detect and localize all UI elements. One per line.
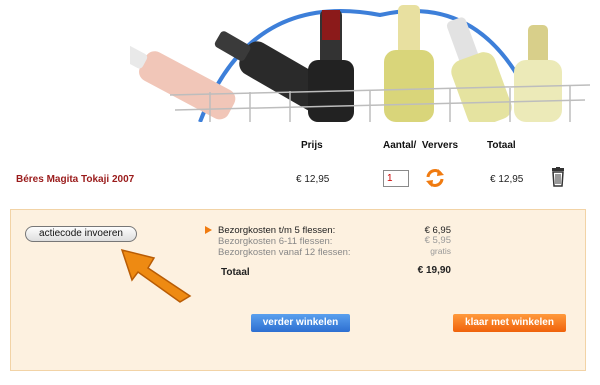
total-label: Totaal (221, 267, 250, 278)
shipping-value: gratis (430, 246, 451, 256)
column-header-quantity: Aantal/ (383, 140, 417, 151)
promo-code-button[interactable]: actiecode invoeren (25, 226, 137, 242)
selected-shipping-marker-icon (205, 226, 212, 234)
total-value: € 19,90 (417, 265, 451, 276)
column-header-price: Prijs (301, 140, 323, 151)
cart-item-name[interactable]: Béres Magita Tokaji 2007 (16, 174, 134, 185)
checkout-button[interactable]: klaar met winkelen (453, 314, 566, 332)
column-header-total: Totaal (487, 140, 516, 151)
wine-basket-image (130, 0, 600, 122)
arrow-icon (118, 246, 198, 306)
refresh-icon[interactable] (424, 167, 446, 189)
shipping-label: Bezorgkosten vanaf 12 flessen: (218, 247, 351, 258)
cart-item-total: € 12,95 (490, 174, 524, 185)
shipping-label: Bezorgkosten 6-11 flessen: (218, 236, 333, 247)
column-header-quantity-refresh: Aantal/ Ververs (383, 140, 458, 151)
quantity-input[interactable] (383, 170, 409, 187)
shipping-value: € 5,95 (424, 235, 451, 246)
cart-item-price: € 12,95 (296, 174, 330, 185)
trash-icon[interactable] (550, 167, 566, 187)
shipping-label: Bezorgkosten t/m 5 flessen: (218, 225, 336, 236)
column-header-refresh: Ververs (421, 140, 459, 151)
continue-shopping-button[interactable]: verder winkelen (251, 314, 350, 332)
